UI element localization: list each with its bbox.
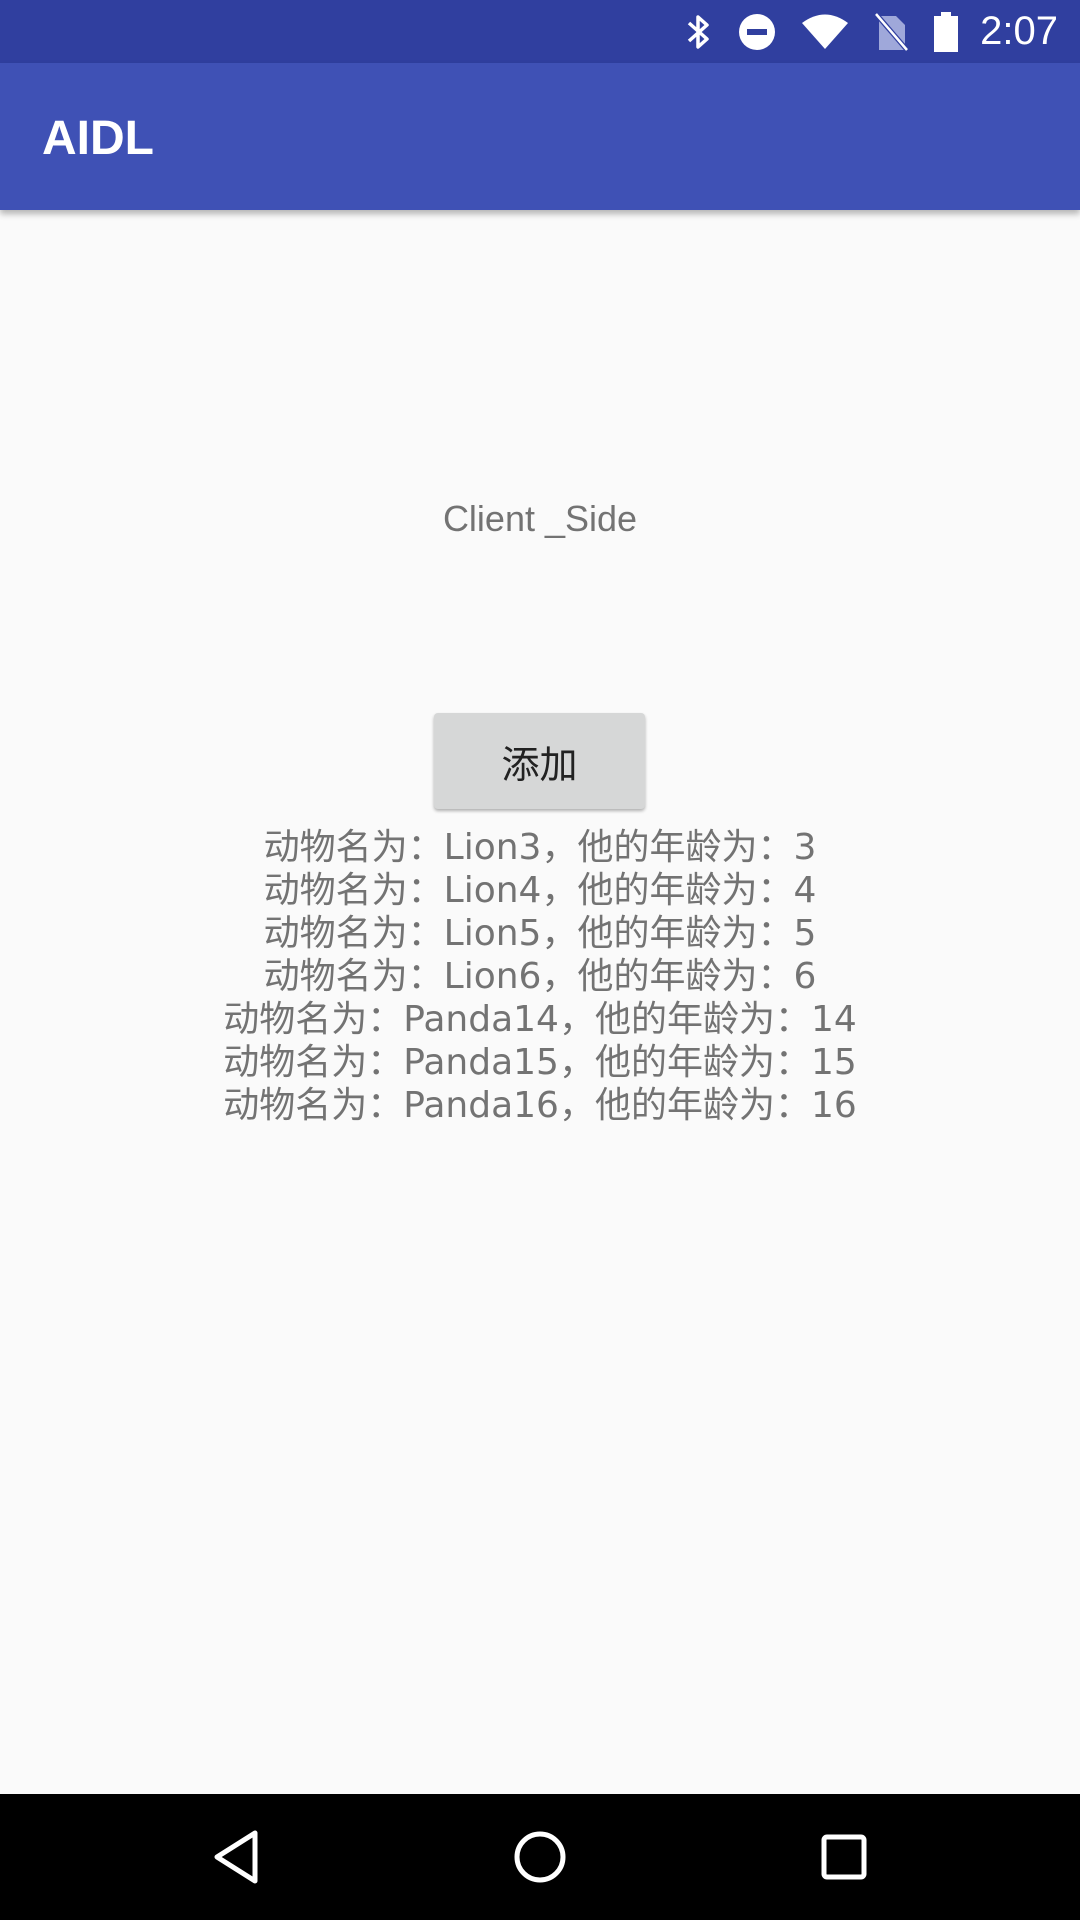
result-line: 动物名为：Lion4，他的年龄为：4 bbox=[263, 870, 817, 911]
no-sim-icon bbox=[874, 11, 909, 52]
result-line: 动物名为：Lion3，他的年龄为：3 bbox=[263, 827, 817, 868]
bluetooth-icon bbox=[686, 13, 712, 51]
result-line: 动物名为：Lion6，他的年龄为：6 bbox=[263, 956, 817, 997]
recents-icon[interactable] bbox=[804, 1817, 884, 1897]
back-icon[interactable] bbox=[196, 1817, 276, 1897]
result-line: 动物名为：Panda14，他的年龄为：14 bbox=[223, 999, 857, 1040]
main-content: Client _Side 添加 动物名为：Lion3，他的年龄为：3 动物名为：… bbox=[0, 210, 1080, 1794]
add-button[interactable]: 添加 bbox=[434, 713, 645, 809]
result-line: 动物名为：Panda16，他的年龄为：16 bbox=[223, 1085, 857, 1126]
app-bar: AIDL bbox=[0, 63, 1080, 210]
battery-icon bbox=[934, 11, 959, 52]
status-icons: 2:07 bbox=[660, 0, 1058, 63]
navigation-bar bbox=[0, 1794, 1080, 1920]
app-title: AIDL bbox=[42, 112, 154, 165]
client-side-label: Client _Side bbox=[442, 498, 638, 539]
result-line: 动物名为：Panda15，他的年龄为：15 bbox=[223, 1042, 857, 1083]
status-bar: 2:07 bbox=[0, 0, 1080, 63]
status-time: 2:07 bbox=[980, 9, 1058, 53]
wifi-icon bbox=[802, 14, 849, 50]
home-icon[interactable] bbox=[500, 1817, 580, 1897]
do-not-disturb-icon bbox=[738, 13, 776, 51]
result-line: 动物名为：Lion5，他的年龄为：5 bbox=[263, 913, 817, 954]
result-list: 动物名为：Lion3，他的年龄为：3 动物名为：Lion4，他的年龄为：4 动物… bbox=[0, 826, 1080, 1127]
